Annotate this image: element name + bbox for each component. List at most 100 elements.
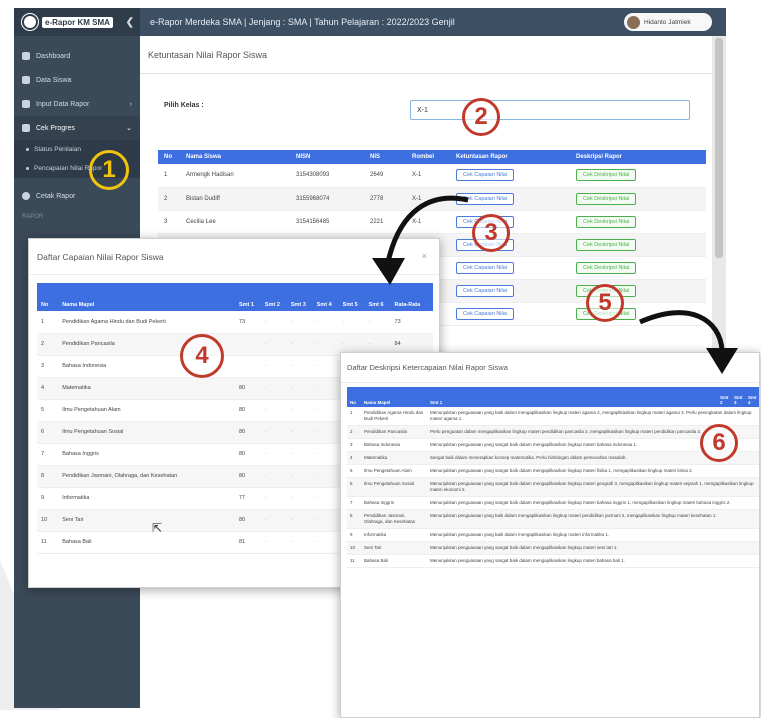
table-cell-empty: - xyxy=(312,465,339,488)
table-cell-empty: - xyxy=(312,443,339,466)
table-cell-nisn: 3154308093 xyxy=(290,164,364,188)
table-cell-empty: - xyxy=(260,531,287,554)
table-row: 3 Bahasa Indonesia Menunjukkan penguasaan … xyxy=(347,438,759,452)
table-row: 4 Matematika Sangat baik dalam menerapkan … xyxy=(347,451,759,465)
table-row: 10 Seni Tari Menunjukkan penguasaan yang s… xyxy=(347,541,759,555)
table-cell-mapel: Pendidikan Jasmani, Olahraga, dan Keseha… xyxy=(58,465,235,488)
table-cell-empty: - xyxy=(312,509,339,532)
table-cell-mapel: Bahasa Bali xyxy=(58,531,235,554)
table-cell-no: 9 xyxy=(37,487,59,510)
table-cell-smt1 xyxy=(234,355,261,378)
sidebar-item-input-data-rapor[interactable]: Input Data Rapor › xyxy=(14,92,140,116)
table-cell-empty: - xyxy=(286,377,313,400)
deskripsi-table: No Nama Mapel Smt 1 Smt 2 Smt 3 Smt 4 1 Pendid… xyxy=(347,387,759,568)
table-cell-description: Menunjukkan penguasaan yang sangat baik … xyxy=(427,496,759,510)
table-cell-mapel: Pendidikan Pancasila xyxy=(361,425,427,439)
annotation-marker-4: 4 xyxy=(180,334,224,378)
table-cell-empty: - xyxy=(260,487,287,510)
col-header: Nama Siswa xyxy=(180,150,290,164)
scrollbar-thumb[interactable] xyxy=(715,38,723,258)
table-cell-no: 5 xyxy=(347,464,361,478)
table-cell-smt1: 80 xyxy=(234,399,261,422)
table-cell-action: Cek Deskripsi Nilai xyxy=(570,256,706,280)
table-cell-no: 4 xyxy=(347,451,361,465)
table-cell-empty: - xyxy=(260,443,287,466)
table-cell-empty: - xyxy=(312,355,339,378)
table-cell-description: Menunjukkan penguasaan yang sangat baik … xyxy=(427,554,759,568)
col-header: No xyxy=(158,150,180,164)
table-cell-action: Cek Deskripsi Nilai xyxy=(570,233,706,257)
sidebar-item-label: Input Data Rapor xyxy=(36,100,90,108)
table-cell-empty: - xyxy=(286,509,313,532)
cek-deskripsi-button[interactable]: Cek Deskripsi Nilai xyxy=(576,192,637,205)
table-cell-description: Menunjukkan penguasaan yang sangat baik … xyxy=(427,464,759,478)
table-cell-empty: - xyxy=(286,465,313,488)
sidebar-item-dashboard[interactable]: Dashboard xyxy=(14,44,140,68)
table-cell-mapel: Seni Tari xyxy=(361,541,427,555)
sidebar-item-data-siswa[interactable]: Data Siswa xyxy=(14,68,140,92)
table-cell-no: 6 xyxy=(37,421,59,444)
table-cell-description: Menunjukkan penguasaan yang baik dalam m… xyxy=(427,407,759,426)
cek-capaian-button[interactable]: Cek Capaian Nilai xyxy=(456,261,515,274)
table-cell-smt1: 77 xyxy=(234,487,261,510)
table-cell-mapel: Ilmu Pengetahuan Alam xyxy=(58,399,235,422)
table-cell-no: 4 xyxy=(37,377,59,400)
table-cell-mapel: Pendidikan Agama Hindu dan Budi Pekerti xyxy=(58,311,235,334)
table-cell-action: Cek Capaian Nilai xyxy=(450,279,570,303)
table-cell-nama: Cecilia Lee xyxy=(180,210,290,234)
col-header: Smt 3 xyxy=(286,283,313,311)
table-cell-mapel: Matematika xyxy=(58,377,235,400)
table-cell-smt1: 80 xyxy=(234,509,261,532)
table-cell-empty: - xyxy=(286,399,313,422)
table-row: 7 Bahasa Inggris Menunjukkan penguasaan ya… xyxy=(347,496,759,510)
annotation-marker-1: 1 xyxy=(89,150,129,190)
table-cell-rombel: X-1 xyxy=(406,164,450,188)
sidebar-subitem-label: Status Penilaian xyxy=(34,146,81,153)
table-cell-no: 1 xyxy=(37,311,59,334)
table-cell-no: 3 xyxy=(158,210,180,234)
table-cell-mapel: Informatika xyxy=(361,528,427,542)
table-cell-empty: - xyxy=(286,531,313,554)
table-cell-no: 1 xyxy=(158,164,180,188)
cek-capaian-button[interactable]: Cek Capaian Nilai xyxy=(456,307,515,320)
users-icon xyxy=(22,76,30,84)
table-row: 1 Armengk Hadisan 3154308093 2649 X-1 Cek Cap… xyxy=(158,164,706,188)
table-cell-nis: 2649 xyxy=(364,164,406,188)
table-cell-mapel: Matematika xyxy=(361,451,427,465)
col-header: Smt 1 xyxy=(427,387,717,407)
table-cell-smt1: 73 xyxy=(234,311,261,334)
user-menu[interactable]: Hidanto Jatmiek xyxy=(624,13,712,31)
page-title: Ketuntasan Nilai Rapor Siswa xyxy=(140,36,712,74)
table-cell-action: Cek Capaian Nilai xyxy=(450,233,570,257)
table-cell-action: Cek Capaian Nilai xyxy=(450,187,570,211)
cek-capaian-button[interactable]: Cek Capaian Nilai xyxy=(456,284,515,297)
print-icon xyxy=(22,192,30,200)
kelas-select[interactable]: X-1 xyxy=(410,100,690,120)
dashboard-icon xyxy=(22,52,30,60)
deskripsi-modal: Daftar Deskripsi Ketercapaian Nilai Rapo… xyxy=(340,352,760,718)
table-cell-empty: - xyxy=(286,311,313,334)
table-cell-no: 10 xyxy=(347,541,361,555)
table-cell-no: 3 xyxy=(37,355,59,378)
table-row: 5 Ilmu Pengetahuan Alam Menunjukkan pengua… xyxy=(347,464,759,478)
cek-deskripsi-button[interactable]: Cek Deskripsi Nilai xyxy=(576,169,637,182)
table-cell-no: 2 xyxy=(347,425,361,439)
close-icon[interactable]: × xyxy=(422,251,427,261)
cek-deskripsi-button[interactable]: Cek Deskripsi Nilai xyxy=(576,261,637,274)
cek-capaian-button[interactable]: Cek Capaian Nilai xyxy=(456,169,515,182)
table-cell-nisn: 3155968074 xyxy=(290,187,364,211)
cek-deskripsi-button[interactable]: Cek Deskripsi Nilai xyxy=(576,238,637,251)
sidebar-item-cetak-rapor[interactable]: Cetak Rapor xyxy=(14,184,140,208)
collapse-sidebar-icon[interactable]: ❮ xyxy=(126,17,134,28)
cek-capaian-button[interactable]: Cek Capaian Nilai xyxy=(456,192,515,205)
table-cell-empty: - xyxy=(312,333,339,356)
table-cell-mapel: Ilmu Pengetahuan Alam xyxy=(361,464,427,478)
sidebar-item-cek-progres[interactable]: Cek Progres ⌄ xyxy=(14,116,140,140)
table-cell-empty: - xyxy=(286,487,313,510)
col-header: No xyxy=(37,283,59,311)
sidebar-item-label: Data Siswa xyxy=(36,76,72,84)
table-row: 1 Pendidikan Agama Hindu dan Budi Pekerti… xyxy=(37,311,433,334)
cek-deskripsi-button[interactable]: Cek Deskripsi Nilai xyxy=(576,215,637,228)
col-header: Smt 5 xyxy=(338,283,365,311)
table-cell-mapel: Ilmu Pengetahuan Sosial xyxy=(58,421,235,444)
